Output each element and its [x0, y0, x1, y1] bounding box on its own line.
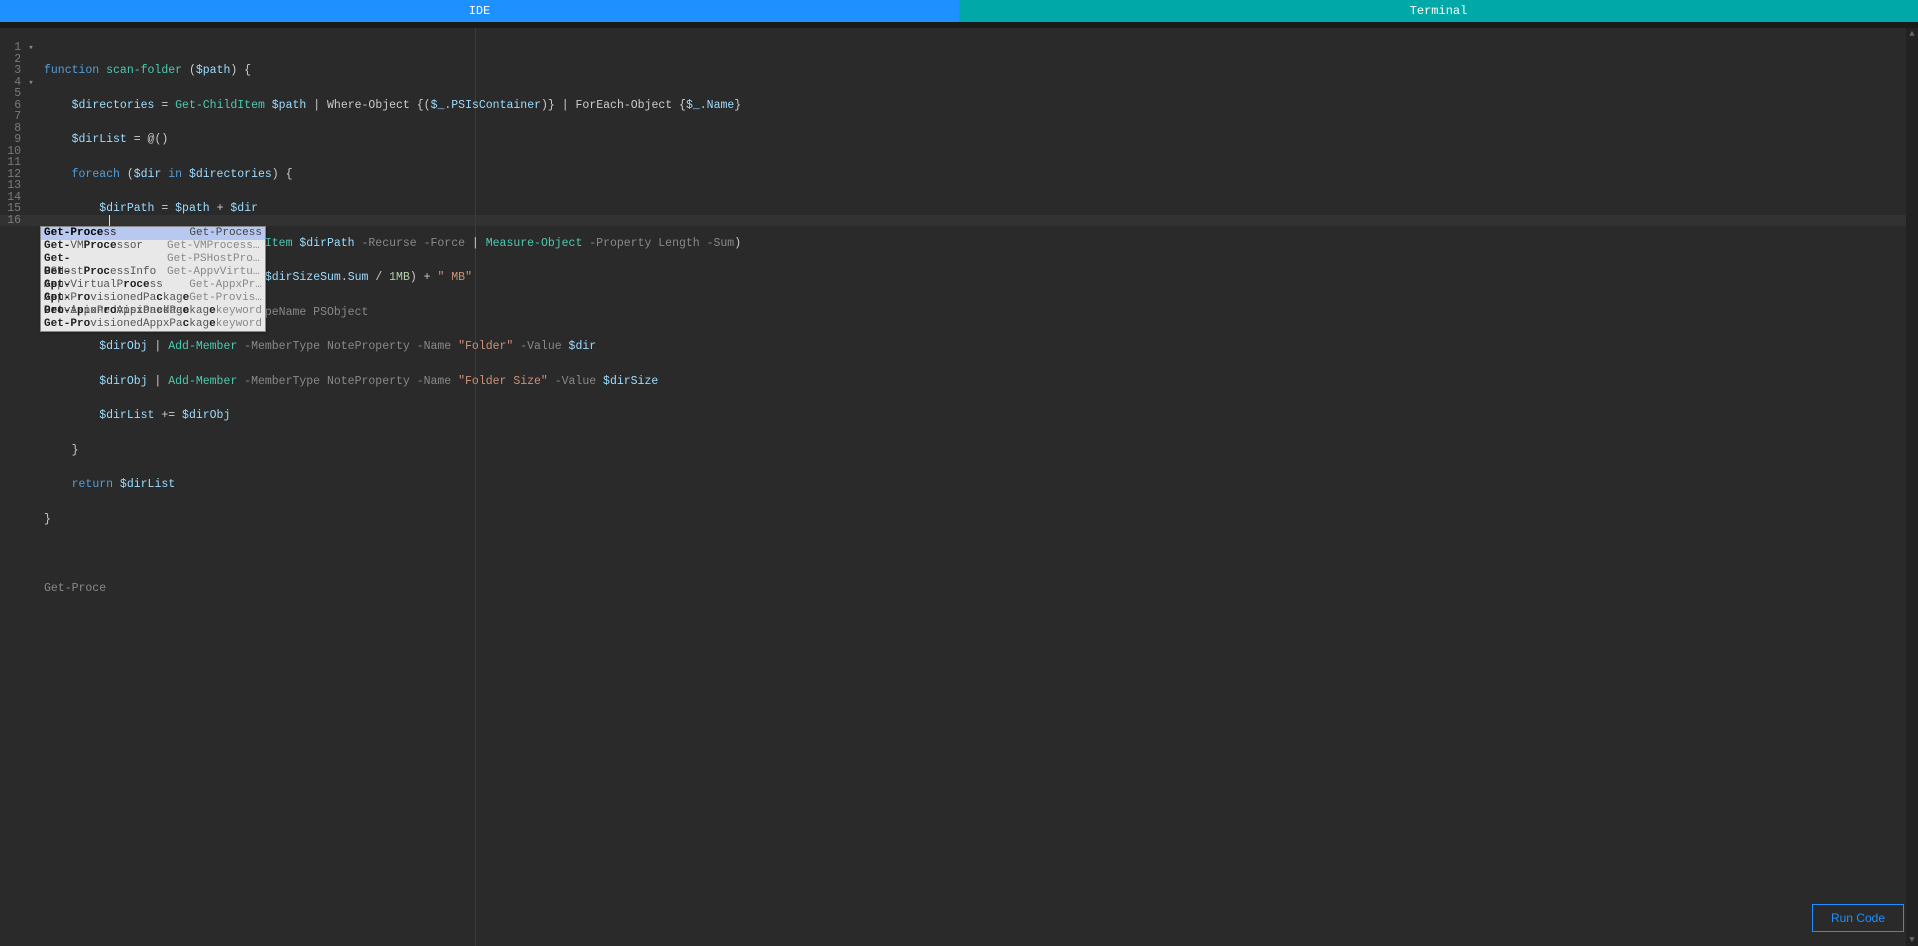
autocomplete-item[interactable]: Get-ProcessGet-Process: [41, 227, 265, 240]
autocomplete-item[interactable]: Get-PSHostProcessInfoGet-PSHostProcessI…: [41, 253, 265, 266]
tab-terminal[interactable]: Terminal: [959, 0, 1918, 22]
vertical-scrollbar[interactable]: ▲ ▼: [1906, 28, 1918, 946]
line-number: 5: [0, 88, 38, 100]
line-number: 13: [0, 180, 38, 192]
autocomplete-popup[interactable]: Get-ProcessGet-ProcessGet-VMProcessorGet…: [40, 226, 266, 332]
scroll-down-arrow[interactable]: ▼: [1906, 934, 1918, 946]
autocomplete-item[interactable]: Get-ProvisionedAppxPackagekeyword: [41, 318, 265, 331]
line-number: 9: [0, 134, 38, 146]
autocomplete-item[interactable]: Get-ProvisionedAppxPackageGet-Provision…: [41, 292, 265, 305]
scroll-up-arrow[interactable]: ▲: [1906, 28, 1918, 40]
line-number: 15: [0, 203, 38, 215]
autocomplete-item[interactable]: Get-AppxProvisionedPackagekeyword: [41, 305, 265, 318]
code-editor[interactable]: 1 ▾2 3 4 ▾5 6 7 8 9 10 11 12 13 14 15 16…: [0, 28, 1918, 946]
line-number: 16: [0, 215, 38, 227]
tab-ide[interactable]: IDE: [0, 0, 959, 22]
autocomplete-item[interactable]: Get-AppvVirtualProcessGet-AppvVirtualPr…: [41, 266, 265, 279]
run-code-button[interactable]: Run Code: [1812, 904, 1904, 932]
line-number: 3: [0, 65, 38, 77]
tab-bar: IDE Terminal: [0, 0, 1918, 22]
line-number: 7: [0, 111, 38, 123]
line-number: 11: [0, 157, 38, 169]
line-gutter: 1 ▾2 3 4 ▾5 6 7 8 9 10 11 12 13 14 15 16: [0, 42, 38, 226]
text-cursor: [109, 215, 110, 227]
line-number: 1 ▾: [0, 42, 38, 54]
autocomplete-item[interactable]: Get-VMProcessorGet-VMProcessor: [41, 240, 265, 253]
autocomplete-item[interactable]: Get-AppxProvisionedPackageGet-AppxProvi…: [41, 279, 265, 292]
